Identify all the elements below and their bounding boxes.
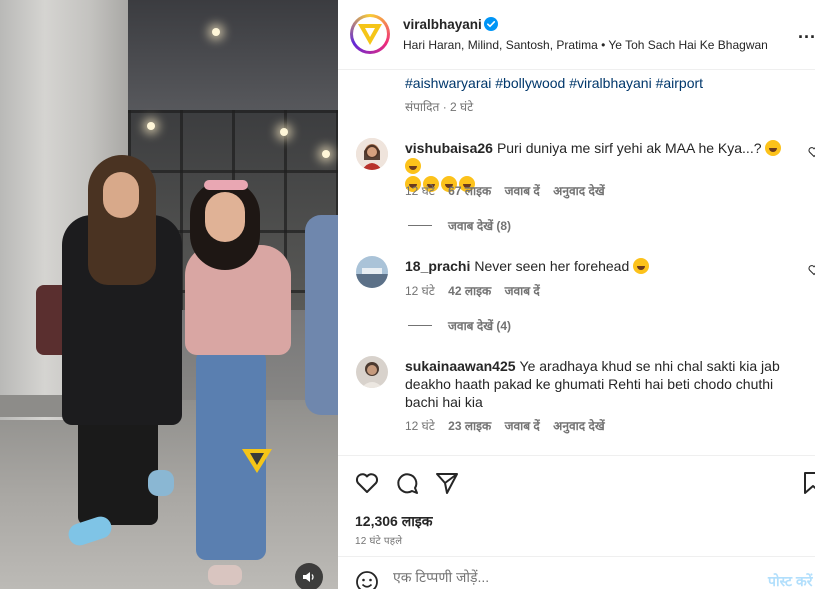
- likes-count[interactable]: 12,306 लाइक: [355, 512, 432, 531]
- sneaker: [208, 565, 242, 585]
- ceiling-light: [280, 128, 288, 136]
- comment-time: 12 घंटे: [405, 284, 435, 298]
- replies-divider-line: [408, 225, 432, 226]
- emoji-picker-icon[interactable]: [355, 570, 379, 589]
- comments-section[interactable]: #aishwaryarai #bollywood #viralbhayani #…: [338, 71, 815, 455]
- audio-toggle-button[interactable]: [295, 563, 323, 589]
- view-replies-label[interactable]: जवाब देखें (4): [448, 317, 511, 334]
- comment-username[interactable]: sukainaawan425: [405, 358, 516, 374]
- comment-username[interactable]: 18_prachi: [405, 258, 470, 274]
- ceiling-light: [147, 122, 155, 130]
- post-username[interactable]: viralbhayani: [403, 17, 482, 32]
- viral-bhayani-watermark-logo: [242, 449, 272, 473]
- comment-likes[interactable]: 23 लाइक: [448, 419, 491, 433]
- comment-time: 12 घंटे: [405, 184, 435, 198]
- person-face: [205, 192, 245, 242]
- avatar[interactable]: [350, 14, 390, 54]
- person-face: [103, 172, 139, 218]
- comment-meta: 12 घंटे 67 लाइक जवाब दें अनुवाद देखें: [405, 182, 615, 199]
- laughing-emoji-icon: [765, 140, 782, 156]
- comment-like-heart-icon[interactable]: [808, 146, 815, 158]
- comment-input[interactable]: [393, 569, 753, 585]
- viral-bhayani-logo-icon: [358, 24, 382, 45]
- reply-button[interactable]: जवाब दें: [505, 184, 540, 198]
- avatar[interactable]: [356, 356, 388, 388]
- comment-username[interactable]: vishubaisa26: [405, 140, 493, 156]
- view-replies-label[interactable]: जवाब देखें (8): [448, 217, 511, 234]
- see-translation-button[interactable]: अनुवाद देखें: [553, 184, 605, 198]
- replies-divider-line: [408, 325, 432, 326]
- comment-likes[interactable]: 67 लाइक: [448, 184, 491, 198]
- post-time: 12 घंटे पहले: [355, 536, 403, 547]
- comment-like-heart-icon[interactable]: [808, 264, 815, 276]
- comment-meta: 12 घंटे 23 लाइक जवाब दें अनुवाद देखें: [405, 417, 615, 434]
- comment-text: 18_prachi Never seen her forehead: [405, 257, 790, 275]
- reply-button[interactable]: जवाब दें: [505, 284, 540, 298]
- like-heart-icon[interactable]: [354, 470, 380, 496]
- avatar[interactable]: [356, 138, 388, 170]
- more-options-button[interactable]: ...: [798, 22, 815, 43]
- sneaker: [148, 470, 174, 496]
- add-comment-bar: पोस्ट करें: [338, 556, 815, 589]
- post-media-video[interactable]: [0, 0, 338, 589]
- user-photo-icon: [356, 256, 388, 288]
- comment-likes[interactable]: 42 लाइक: [448, 284, 491, 298]
- ceiling-light: [212, 28, 220, 36]
- avatar[interactable]: [356, 256, 388, 288]
- headband: [204, 180, 248, 190]
- see-translation-button[interactable]: अनुवाद देखें: [553, 419, 605, 433]
- grinning-emoji-icon: [633, 258, 650, 274]
- audio-track-link[interactable]: Hari Haran, Milind, Santosh, Pratima • Y…: [403, 38, 768, 52]
- view-replies-button[interactable]: जवाब देखें (8): [408, 217, 511, 234]
- reply-button[interactable]: जवाब दें: [505, 419, 540, 433]
- user-photo-icon: [356, 138, 388, 170]
- view-replies-button[interactable]: जवाब देखें (4): [408, 317, 511, 334]
- comment-bubble-icon[interactable]: [394, 470, 420, 496]
- post-header: viralbhayani Hari Haran, Milind, Santosh…: [338, 0, 815, 70]
- comment-time: 12 घंटे: [405, 419, 435, 433]
- comment-message: Never seen her forehead: [474, 258, 630, 274]
- save-bookmark-icon[interactable]: [800, 470, 815, 496]
- comment-meta: 12 घंटे 42 लाइक जवाब दें: [405, 282, 550, 299]
- caption-hashtags[interactable]: #aishwaryarai #bollywood #viralbhayani #…: [405, 75, 703, 91]
- person-legs: [78, 415, 158, 525]
- user-photo-icon: [356, 356, 388, 388]
- post-comment-button[interactable]: पोस्ट करें: [768, 572, 812, 589]
- comment-text: sukainaawan425 Ye aradhaya khud se nhi ch…: [405, 357, 790, 411]
- post-actions-bar: 12,306 लाइक 12 घंटे पहले: [338, 455, 815, 555]
- verified-badge-icon: [484, 17, 498, 31]
- person-edge: [305, 215, 338, 415]
- speaker-icon: [303, 572, 314, 582]
- comment-message: Puri duniya me sirf yehi ak MAA he Kya..…: [496, 140, 762, 156]
- share-send-icon[interactable]: [434, 470, 460, 496]
- laughing-emoji-icon: [405, 158, 421, 174]
- post-details-pane: viralbhayani Hari Haran, Milind, Santosh…: [338, 0, 815, 589]
- caption-edited-time: संपादित · 2 घंटे: [405, 100, 474, 114]
- ceiling-light: [322, 150, 330, 158]
